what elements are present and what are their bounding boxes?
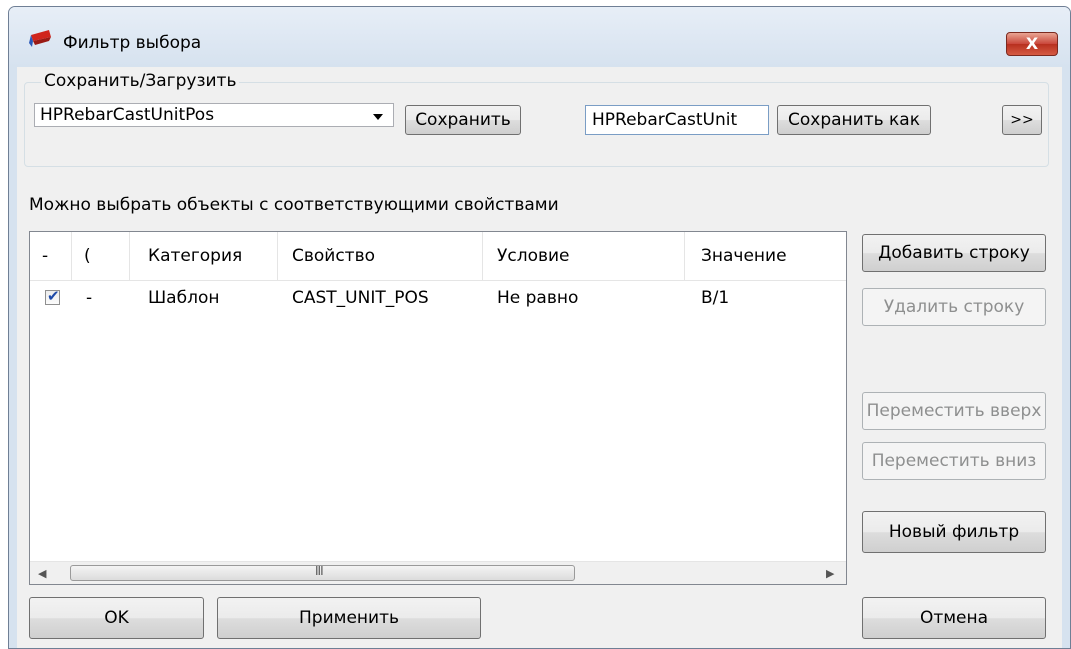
filter-app-icon: [29, 30, 51, 47]
dialog-client: Сохранить/Загрузить HPRebarCastUnitPos С…: [17, 67, 1062, 648]
new-filter-button[interactable]: Новый фильтр: [862, 511, 1046, 553]
cancel-button[interactable]: Отмена: [862, 597, 1046, 639]
scroll-left-icon[interactable]: ◀: [38, 567, 46, 580]
check-icon: ✔: [47, 287, 60, 305]
save-button[interactable]: Сохранить: [405, 105, 521, 135]
apply-button[interactable]: Применить: [217, 597, 481, 639]
delete-row-button[interactable]: Удалить строку: [862, 288, 1046, 326]
filter-name-input[interactable]: HPRebarCastUnit: [585, 105, 769, 135]
ok-button[interactable]: OK: [29, 597, 204, 639]
row-paren: -: [86, 288, 93, 308]
row-value: B/1: [701, 288, 730, 308]
expand-button[interactable]: >>: [1002, 105, 1042, 135]
hint-text: Можно выбрать объекты с соответствующими…: [29, 195, 559, 215]
scroll-grip: III: [315, 564, 324, 578]
column-header-condition[interactable]: Условие: [483, 232, 685, 280]
horizontal-scrollbar[interactable]: ◀ III ▶: [30, 561, 846, 584]
scroll-right-icon[interactable]: ▶: [826, 567, 834, 580]
conditions-table[interactable]: - ( Категория Свойство Условие Значение …: [29, 231, 847, 585]
move-down-button[interactable]: Переместить вниз: [862, 442, 1046, 480]
row-checkbox[interactable]: ✔: [45, 287, 60, 305]
title-bar[interactable]: Фильтр выбора X: [9, 7, 1070, 67]
save-as-button[interactable]: Сохранить как: [777, 105, 931, 135]
scroll-thumb[interactable]: III: [70, 564, 575, 581]
dialog-window: Фильтр выбора X Сохранить/Загрузить HPRe…: [8, 6, 1071, 649]
save-load-legend: Сохранить/Загрузить: [41, 71, 240, 91]
move-up-button[interactable]: Переместить вверх: [862, 392, 1046, 430]
column-header-property[interactable]: Свойство: [278, 232, 483, 280]
column-header-dash[interactable]: -: [30, 232, 72, 280]
filter-combo-value: HPRebarCastUnitPos: [40, 105, 215, 125]
filter-combo[interactable]: HPRebarCastUnitPos: [34, 103, 394, 127]
row-property: CAST_UNIT_POS: [292, 288, 429, 308]
column-header-paren[interactable]: (: [72, 232, 130, 280]
save-load-group: Сохранить/Загрузить HPRebarCastUnitPos С…: [24, 71, 1049, 167]
close-icon: X: [1025, 34, 1039, 53]
add-row-button[interactable]: Добавить строку: [862, 234, 1046, 272]
column-header-value[interactable]: Значение: [685, 232, 846, 280]
table-header: - ( Категория Свойство Условие Значение: [30, 232, 846, 281]
row-condition: Не равно: [497, 288, 579, 308]
row-category: Шаблон: [148, 288, 220, 308]
column-header-category[interactable]: Категория: [130, 232, 278, 280]
close-button[interactable]: X: [1006, 32, 1058, 56]
chevron-down-icon[interactable]: [373, 114, 383, 120]
table-row[interactable]: ✔ - Шаблон CAST_UNIT_POS Не равно B/1: [30, 284, 846, 314]
window-title: Фильтр выбора: [63, 33, 202, 53]
